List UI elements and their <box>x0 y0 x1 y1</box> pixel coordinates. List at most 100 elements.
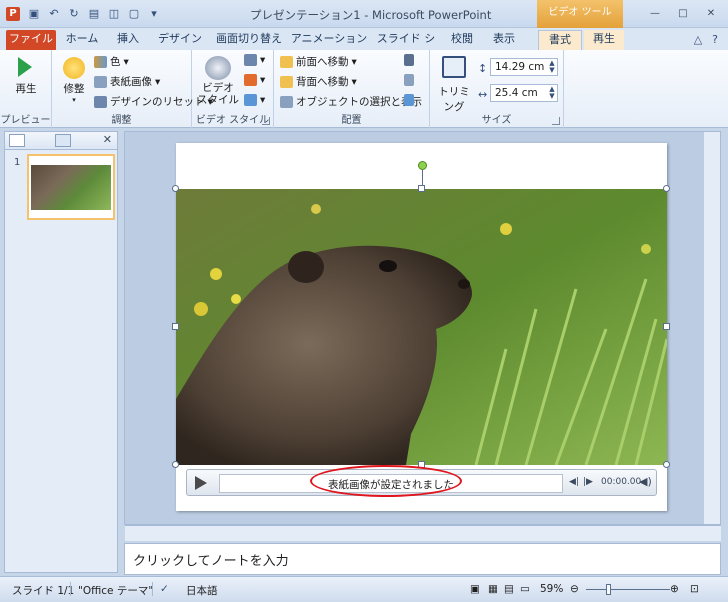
vertical-scrollbar[interactable] <box>704 132 720 524</box>
poster-frame-icon <box>94 75 107 88</box>
send-backward-button[interactable]: 背面へ移動 ▾ <box>280 74 357 89</box>
open-icon[interactable]: ▤ <box>86 6 102 22</box>
time-display: 00:00.00 <box>601 477 642 487</box>
print-preview-icon[interactable]: ◫ <box>106 6 122 22</box>
zoom-out-icon[interactable]: ⊖ <box>570 583 579 595</box>
minimize-ribbon-icon[interactable]: △ <box>694 33 702 46</box>
tab-transitions[interactable]: 画面切り替え <box>212 30 286 50</box>
slides-pane: ✕ 1 <box>4 131 118 573</box>
group-arrange: 前面へ移動 ▾ 背面へ移動 ▾ オブジェクトの選択と表示 配置 <box>274 50 430 128</box>
resize-handle-tl[interactable] <box>172 185 179 192</box>
resize-handle-bl[interactable] <box>172 461 179 468</box>
resize-handle-br[interactable] <box>663 461 670 468</box>
undo-icon[interactable]: ↶ <box>46 6 62 22</box>
tab-review[interactable]: 校閲 <box>444 30 480 50</box>
zoom-level[interactable]: 59% <box>540 583 563 595</box>
normal-view-icon[interactable]: ▣ <box>470 583 480 595</box>
tab-home[interactable]: ホーム <box>60 30 104 50</box>
tab-insert[interactable]: 挿入 <box>108 30 148 50</box>
height-spinner-icon[interactable]: ▲ ▼ <box>548 60 556 74</box>
maximize-button[interactable]: □ <box>672 7 694 21</box>
rotation-handle[interactable] <box>418 161 427 170</box>
align-button[interactable] <box>404 54 414 66</box>
quick-access-toolbar: ▣ ↶ ↻ ▤ ◫ ▢ ▾ <box>26 6 162 22</box>
group-label-adjust: 調整 <box>111 115 132 126</box>
effects-icon <box>244 94 257 106</box>
reading-view-icon[interactable]: ▤ <box>504 583 514 595</box>
group-label-preview: プレビュー <box>0 115 51 126</box>
zoom-slider-thumb[interactable] <box>606 584 611 595</box>
resize-handle-tr[interactable] <box>663 185 670 192</box>
height-field[interactable]: 14.29 cm ▲ ▼ <box>490 58 558 76</box>
window-title: プレゼンテーション1 - Microsoft PowerPoint <box>250 8 492 22</box>
video-object[interactable] <box>176 189 667 465</box>
resize-handle-t[interactable] <box>418 185 425 192</box>
new-icon[interactable]: ▢ <box>126 6 142 22</box>
tab-view[interactable]: 表示 <box>484 30 524 50</box>
height-icon: ↕ <box>478 62 488 75</box>
play-button[interactable]: 再生 <box>8 53 44 96</box>
tab-animations[interactable]: アニメーション <box>290 30 368 50</box>
tab-playback[interactable]: 再生 <box>584 30 624 50</box>
language: 日本語 <box>186 585 218 597</box>
horizontal-scrollbar[interactable] <box>125 525 721 541</box>
group-button[interactable] <box>404 74 414 86</box>
align-icon <box>404 54 414 66</box>
volume-icon[interactable]: ◀) <box>639 475 652 488</box>
resize-handle-l[interactable] <box>172 323 179 330</box>
width-spinner-icon[interactable]: ▲ ▼ <box>548 86 556 100</box>
video-border-button[interactable]: ▾ <box>244 74 265 86</box>
spellcheck-icon[interactable]: ✓ <box>160 583 169 595</box>
slideshow-view-icon[interactable]: ▭ <box>520 583 530 595</box>
save-icon[interactable]: ▣ <box>26 6 42 22</box>
poster-frame-button[interactable]: 表紙画像 ▾ <box>94 74 160 89</box>
video-shape-button[interactable]: ▾ <box>244 54 265 66</box>
outline-tab[interactable] <box>55 134 71 147</box>
play-pause-icon[interactable] <box>195 476 207 490</box>
notes-pane[interactable]: クリックしてノートを入力 <box>124 543 721 575</box>
bring-forward-button[interactable]: 前面へ移動 ▾ <box>280 54 357 69</box>
resize-handle-r[interactable] <box>663 323 670 330</box>
thumbnail-image <box>31 165 111 210</box>
video-styles-button[interactable]: ビデオ スタイル <box>196 53 240 106</box>
zoom-slider[interactable] <box>586 589 670 590</box>
color-button[interactable]: 色 ▾ <box>94 54 129 69</box>
redo-icon[interactable]: ↻ <box>66 6 82 22</box>
video-style-launcher[interactable] <box>262 117 270 125</box>
group-label-size: サイズ <box>481 115 512 126</box>
send-backward-icon <box>280 75 293 88</box>
width-icon: ↔ <box>478 88 488 101</box>
crop-button[interactable]: トリミング <box>434 53 474 114</box>
ribbon: 再生 プレビュー 修整 ▾ 色 ▾ 表紙画像 ▾ デザインのリセット ▾ 調整 ビデオ… <box>0 50 728 128</box>
help-icon[interactable]: ? <box>712 33 718 46</box>
step-forward-icon[interactable]: |▶ <box>583 477 593 487</box>
minimize-button[interactable]: — <box>644 7 666 21</box>
zoom-in-icon[interactable]: ⊕ <box>670 583 679 595</box>
group-video-style: ビデオ スタイル ▾ ▾ ▾ ビデオ スタイル <box>192 50 274 128</box>
tab-format[interactable]: 書式 <box>538 30 582 50</box>
powerpoint-app-icon[interactable]: P <box>6 7 20 21</box>
corrections-button[interactable]: 修整 ▾ <box>56 53 92 104</box>
step-back-icon[interactable]: ◀| <box>569 477 579 487</box>
customize-icon[interactable]: ▾ <box>146 6 162 22</box>
slide-sorter-icon[interactable]: ▦ <box>488 583 498 595</box>
fit-slide-icon[interactable]: ⊡ <box>690 583 699 595</box>
slide-thumbnail[interactable] <box>27 154 115 220</box>
size-launcher[interactable] <box>552 117 560 125</box>
tab-slideshow[interactable]: スライド ショー <box>372 30 440 63</box>
close-pane-icon[interactable]: ✕ <box>103 133 112 146</box>
tab-design[interactable]: デザイン <box>152 30 208 50</box>
close-button[interactable]: ✕ <box>700 7 722 21</box>
rotate-button[interactable] <box>404 94 414 106</box>
width-field[interactable]: 25.4 cm ▲ ▼ <box>490 84 558 102</box>
group-label-video-style: ビデオ スタイル <box>195 115 270 126</box>
tab-file[interactable]: ファイル <box>6 30 56 50</box>
slides-tab[interactable] <box>9 134 25 147</box>
selection-pane-button[interactable]: オブジェクトの選択と表示 <box>280 94 422 109</box>
group-adjust: 修整 ▾ 色 ▾ 表紙画像 ▾ デザインのリセット ▾ 調整 <box>52 50 213 128</box>
notes-placeholder: クリックしてノートを入力 <box>133 554 289 569</box>
video-effects-button[interactable]: ▾ <box>244 94 265 106</box>
color-icon <box>94 55 107 68</box>
theme-name: "Office テーマ" <box>78 585 154 597</box>
selection-pane-icon <box>280 95 293 108</box>
